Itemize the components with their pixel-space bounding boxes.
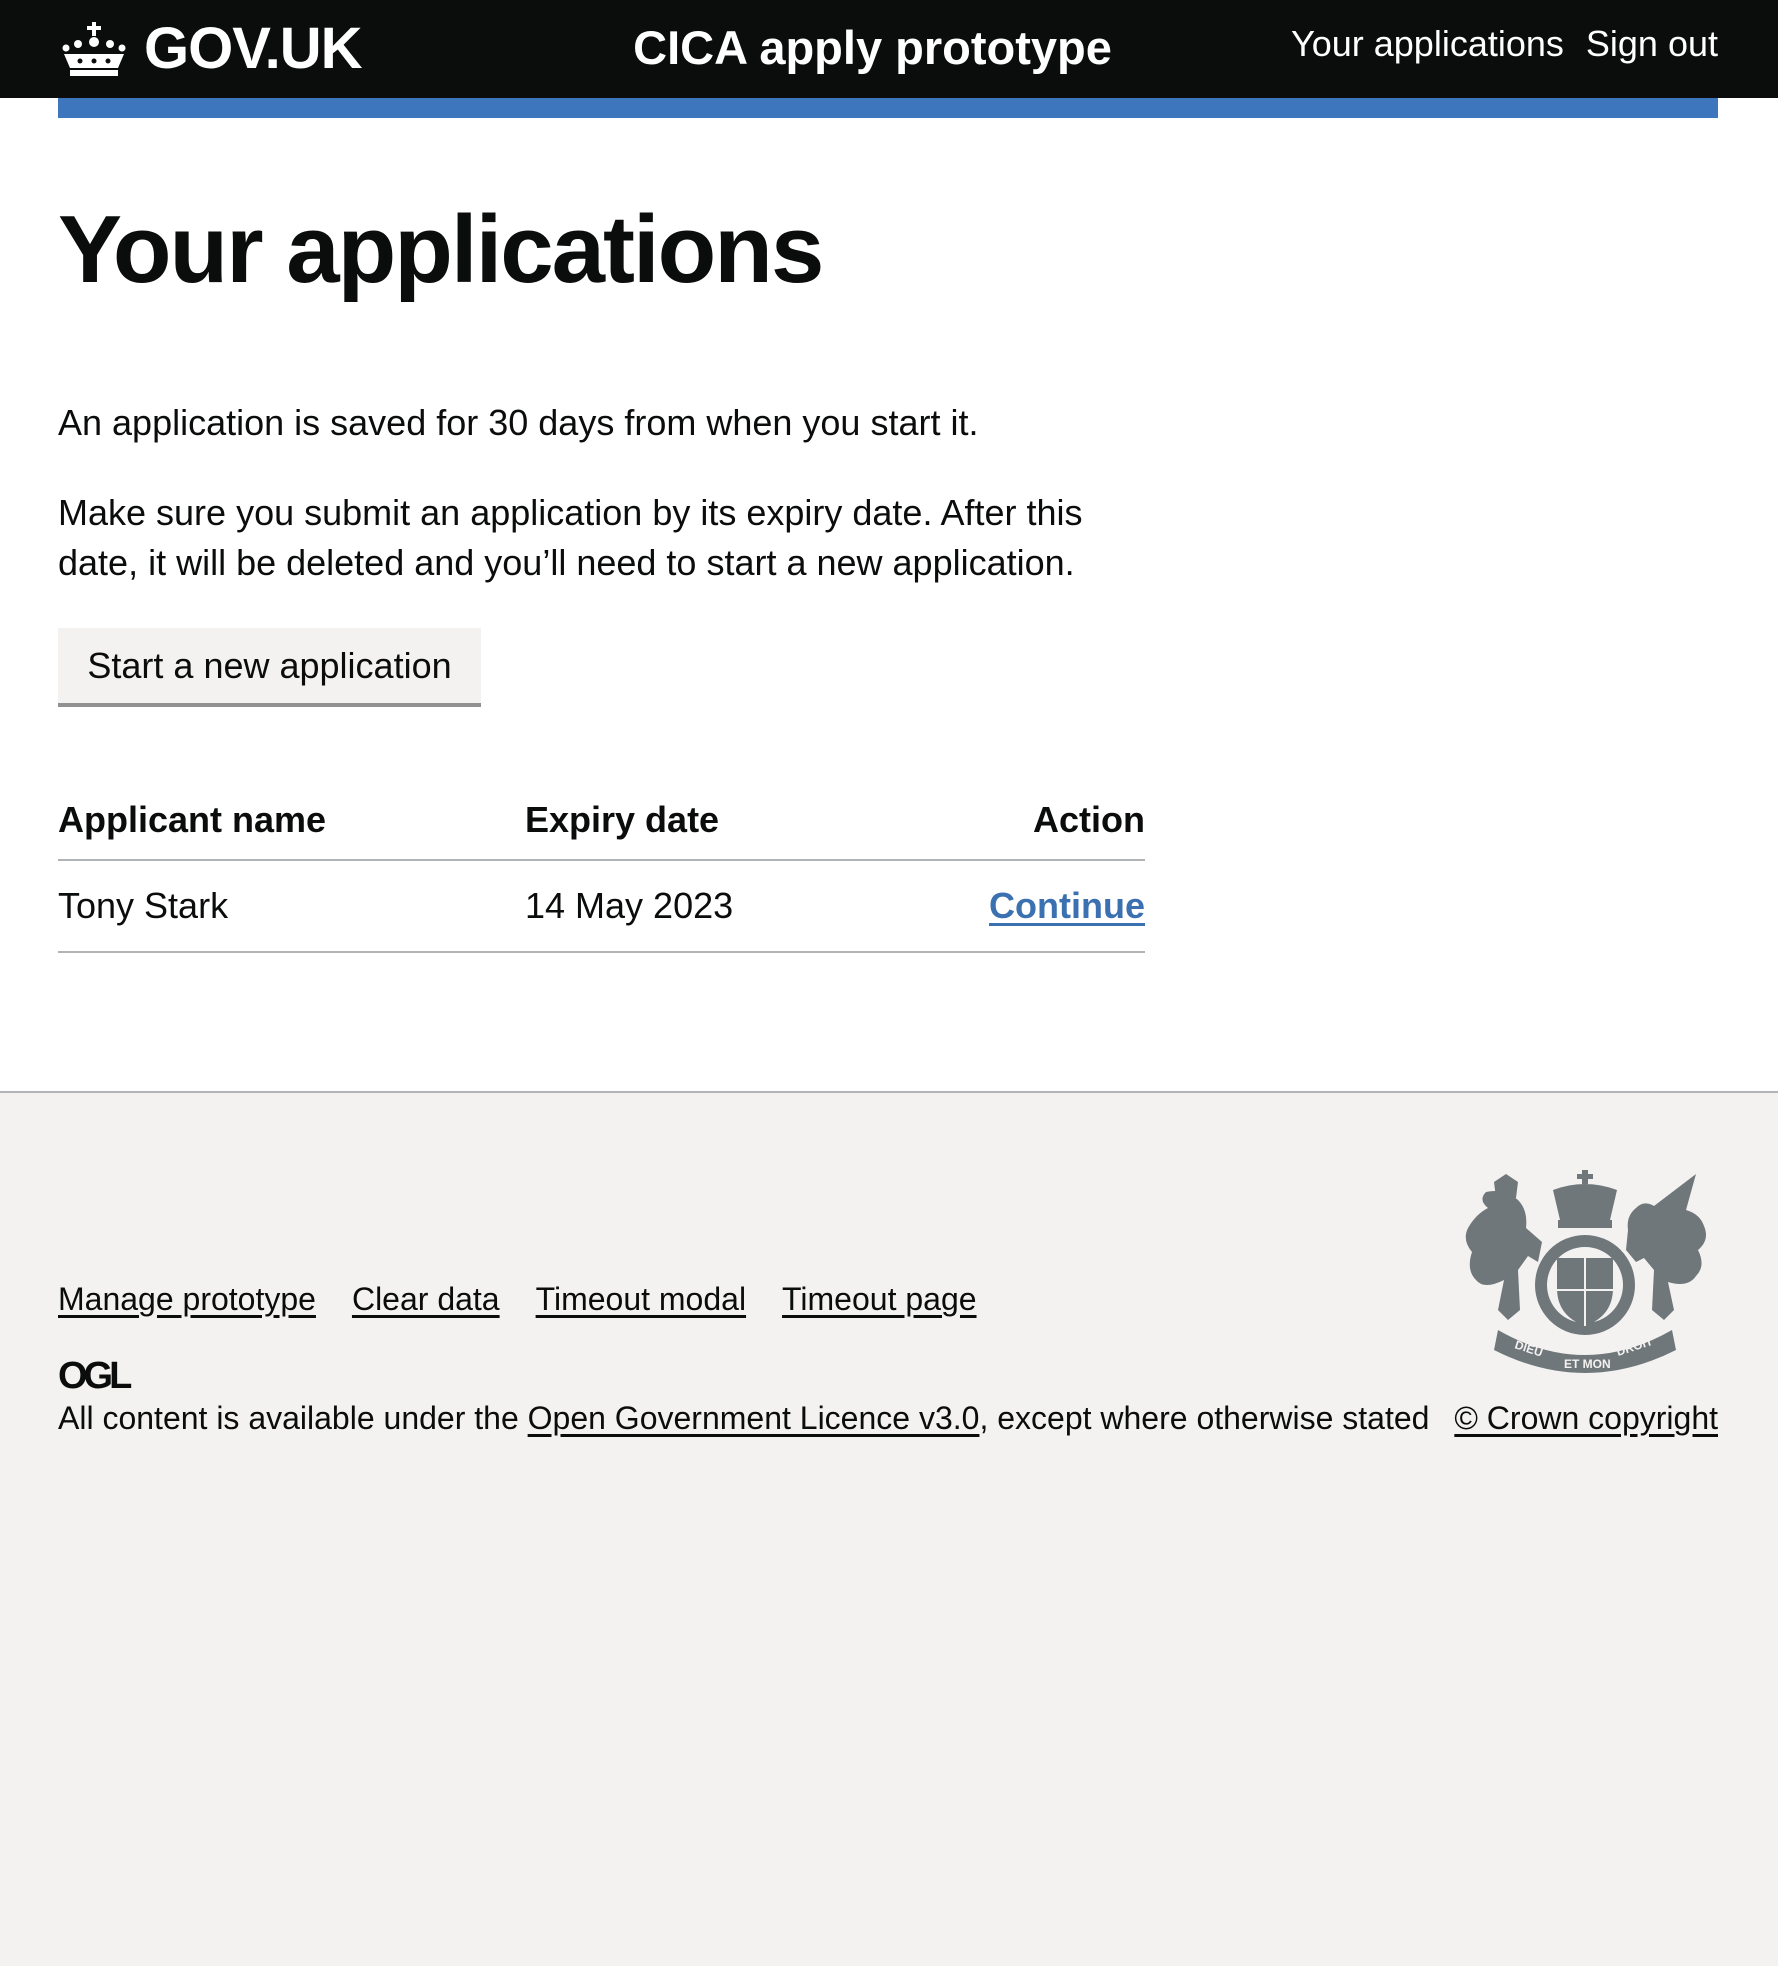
- page-title: Your applications: [58, 196, 824, 303]
- column-header-action: Action: [905, 780, 1145, 861]
- licence-suffix: , except where otherwise stated: [979, 1400, 1430, 1436]
- table-row: Tony Stark 14 May 2023 Continue: [58, 860, 1145, 953]
- royal-coat-of-arms: DIEU ET MON DROIT: [1465, 1170, 1706, 1373]
- applicant-name-cell: Tony Stark: [58, 860, 525, 953]
- crown-copyright-link[interactable]: © Crown copyright: [1454, 1394, 1718, 1442]
- footer-link-timeout-page[interactable]: Timeout page: [782, 1275, 976, 1323]
- table-header-row: Applicant name Expiry date Action: [58, 780, 1145, 861]
- column-header-expiry-date: Expiry date: [525, 780, 905, 861]
- footer-links: Manage prototype Clear data Timeout moda…: [58, 1275, 977, 1323]
- column-header-applicant-name: Applicant name: [58, 780, 525, 861]
- footer-link-timeout-modal[interactable]: Timeout modal: [536, 1275, 746, 1323]
- continue-link[interactable]: Continue: [989, 885, 1145, 926]
- site-header: GOV.UK CICA apply prototype Your applica…: [0, 0, 1778, 98]
- ogl-logo: OGL: [58, 1356, 136, 1392]
- nav-your-applications[interactable]: Your applications: [1291, 20, 1564, 68]
- intro-paragraph: An application is saved for 30 days from…: [58, 402, 979, 443]
- licence-statement: All content is available under the Open …: [58, 1394, 1429, 1442]
- expiry-paragraph: Make sure you submit an application by i…: [58, 492, 1083, 583]
- svg-text:ET MON: ET MON: [1564, 1357, 1611, 1371]
- header-accent-bar: [58, 98, 1718, 118]
- expiry-date-cell: 14 May 2023: [525, 860, 905, 953]
- header-navigation: Your applications Sign out: [1291, 20, 1718, 68]
- applications-table: Applicant name Expiry date Action Tony S…: [58, 780, 1145, 953]
- start-new-application-button[interactable]: Start a new application: [58, 628, 481, 707]
- nav-sign-out[interactable]: Sign out: [1586, 20, 1718, 68]
- licence-prefix: All content is available under the: [58, 1400, 528, 1436]
- footer-link-manage-prototype[interactable]: Manage prototype: [58, 1275, 316, 1323]
- svg-text:OGL: OGL: [58, 1356, 132, 1392]
- footer-top-border: [0, 1091, 1778, 1093]
- open-government-licence-link[interactable]: Open Government Licence v3.0: [528, 1400, 980, 1436]
- action-cell: Continue: [905, 860, 1145, 953]
- footer-link-clear-data[interactable]: Clear data: [352, 1275, 500, 1323]
